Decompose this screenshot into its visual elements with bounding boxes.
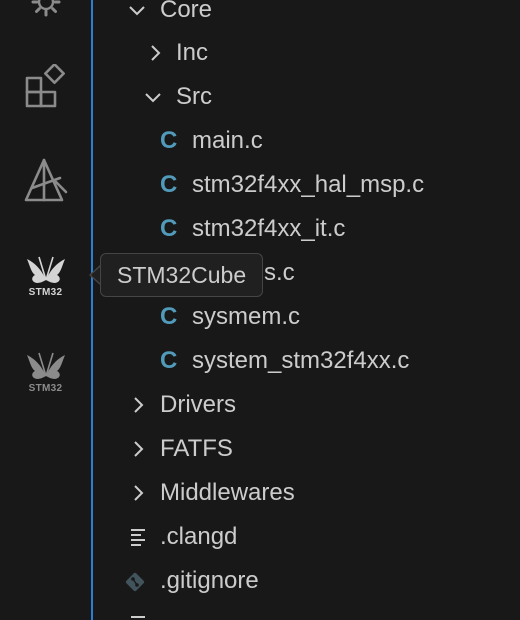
stm32-label: STM32 <box>28 287 63 298</box>
activity-bar: STM32 STM32 <box>0 0 91 620</box>
stm32-extension-icon[interactable]: STM32 <box>0 344 91 400</box>
build-tools-icon[interactable] <box>0 155 91 205</box>
tree-file-partial[interactable] <box>93 603 520 620</box>
c-file-icon: C <box>160 127 178 154</box>
tree-item-label: FATFS <box>160 435 233 462</box>
tree-folder-middlewares[interactable]: Middlewares <box>93 471 520 515</box>
git-icon <box>125 572 145 592</box>
tree-item-label: Core <box>160 0 213 23</box>
chevron-right-icon <box>134 441 144 457</box>
explorer-tree: Core Inc Src C main.c C stm32f4xx_hal_ms… <box>93 0 520 620</box>
text-file-icon <box>131 529 145 546</box>
extensions-icon[interactable] <box>0 62 91 110</box>
tree-file-clangd[interactable]: .clangd <box>93 515 520 559</box>
text-file-icon <box>131 616 145 618</box>
tree-folder-core[interactable]: Core <box>93 0 520 32</box>
tree-item-label: Src <box>176 83 212 110</box>
tree-item-label: system_stm32f4xx.c <box>192 347 410 374</box>
tree-item-label: .gitignore <box>160 567 259 594</box>
tree-folder-src[interactable]: Src <box>93 75 520 119</box>
c-file-icon: C <box>160 171 178 198</box>
tree-item-label: sysmem.c <box>192 303 300 330</box>
chevron-down-icon <box>145 93 161 103</box>
tree-item-label: stm32f4xx_it.c <box>192 215 346 242</box>
tree-item-label: Inc <box>176 39 209 66</box>
tree-item-label: .clangd <box>160 523 238 550</box>
tree-folder-inc[interactable]: Inc <box>93 31 520 75</box>
chevron-right-icon <box>134 485 144 501</box>
tooltip: STM32Cube <box>100 253 264 297</box>
tree-item-label: Drivers <box>160 391 236 418</box>
stm32-label: STM32 <box>28 383 63 394</box>
tree-item-label: stm32f4xx_hal_msp.c <box>192 171 425 198</box>
settings-gear-icon[interactable] <box>0 0 91 22</box>
chevron-down-icon <box>129 6 145 16</box>
tree-file-gitignore[interactable]: .gitignore <box>93 559 520 603</box>
tree-file-it-c[interactable]: C stm32f4xx_it.c <box>93 207 520 251</box>
stm32-cube-extension-icon[interactable]: STM32 <box>0 248 91 304</box>
c-file-icon: C <box>160 215 178 242</box>
tree-folder-fatfs[interactable]: FATFS <box>93 427 520 471</box>
tree-file-hal-msp-c[interactable]: C stm32f4xx_hal_msp.c <box>93 163 520 207</box>
chevron-right-icon <box>134 397 144 413</box>
tree-folder-drivers[interactable]: Drivers <box>93 383 520 427</box>
c-file-icon: C <box>160 303 178 330</box>
tree-item-label: main.c <box>192 127 263 154</box>
tree-file-system-c[interactable]: C system_stm32f4xx.c <box>93 339 520 383</box>
tree-item-label: Middlewares <box>160 479 295 506</box>
c-file-icon: C <box>160 347 178 374</box>
chevron-right-icon <box>151 45 161 61</box>
tree-file-main-c[interactable]: C main.c <box>93 119 520 163</box>
tree-file-sysmem-c[interactable]: C sysmem.c <box>93 295 520 339</box>
